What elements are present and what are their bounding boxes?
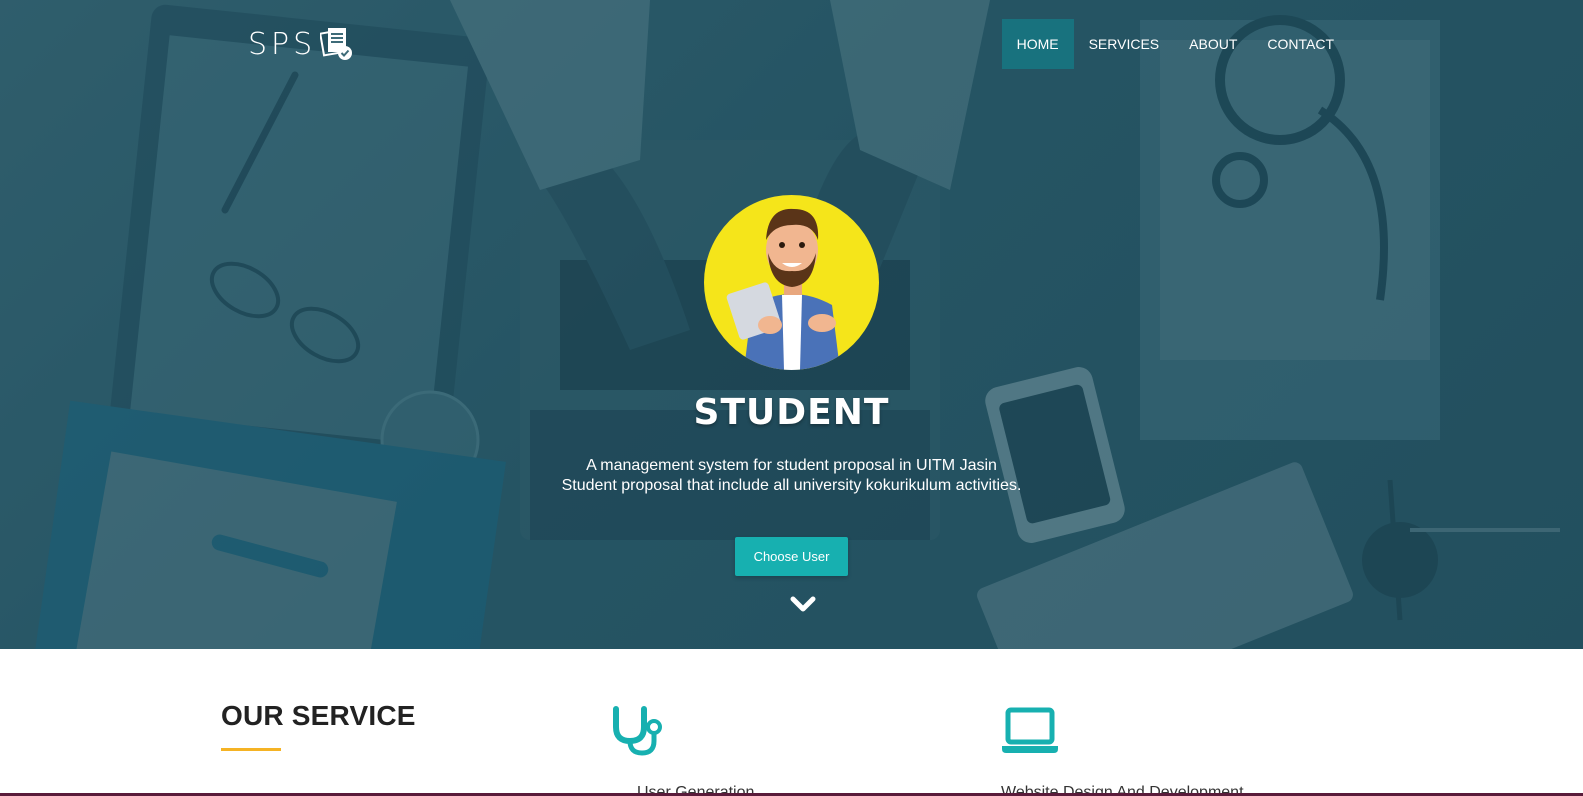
choose-user-button[interactable]: Choose User	[735, 537, 848, 576]
logo-text: SPS	[248, 26, 317, 62]
brand-logo[interactable]: SPS	[248, 22, 354, 66]
hero-title: STUDENT	[693, 392, 890, 433]
stethoscope-icon	[613, 706, 662, 756]
chevron-down-icon[interactable]	[790, 595, 816, 613]
hero-section: SPS HOME SERVICES ABOUT CONTACT STUDENT …	[0, 0, 1583, 649]
nav-contact[interactable]: CONTACT	[1252, 19, 1349, 69]
student-avatar-illustration	[726, 208, 840, 370]
nav-about[interactable]: ABOUT	[1174, 19, 1252, 69]
student-avatar	[704, 195, 879, 370]
hero-description: A management system for student proposal…	[0, 456, 1583, 496]
laptop-icon	[1002, 707, 1058, 753]
hero-description-line-2: Student proposal that include all univer…	[561, 477, 1022, 494]
services-heading: OUR SERVICE	[221, 700, 416, 731]
main-nav: HOME SERVICES ABOUT CONTACT	[1001, 19, 1349, 69]
hero-description-line-1: A management system for student proposal…	[586, 457, 997, 474]
nav-home[interactable]: HOME	[1001, 19, 1074, 69]
heading-underline	[221, 748, 281, 751]
document-check-icon	[320, 28, 353, 60]
nav-services[interactable]: SERVICES	[1074, 19, 1175, 69]
